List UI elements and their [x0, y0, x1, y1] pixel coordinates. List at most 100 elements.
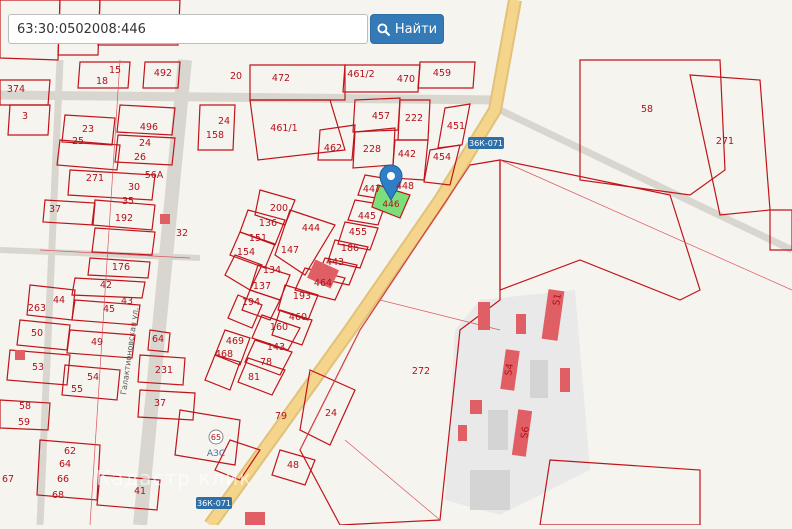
- parcel-label: 50: [31, 328, 43, 339]
- parcel-label: 30: [128, 182, 140, 193]
- parcel-label: 492: [154, 68, 172, 79]
- parcel-label: 58: [19, 401, 31, 412]
- parcel-label: 62: [64, 446, 76, 457]
- building: [530, 360, 548, 398]
- parcel-label: 55: [71, 384, 83, 395]
- parcel-label: 154: [237, 247, 255, 258]
- gas-station-label: АЗС: [207, 449, 225, 459]
- parcel-label: 18: [96, 76, 108, 87]
- parcel-label: 64: [59, 459, 71, 470]
- parcel-label: 3: [22, 111, 28, 122]
- parcel-label: 136: [259, 218, 277, 229]
- parcel-label: 271: [716, 136, 734, 147]
- gas-station-number: 65: [211, 433, 221, 442]
- parcel-label: 448: [396, 181, 414, 192]
- parcel-label: S4: [503, 363, 516, 377]
- parcel-label: 54: [87, 372, 99, 383]
- parcel-label: 176: [112, 262, 130, 273]
- parcel-label: 15: [109, 65, 121, 76]
- parcel-label: 447: [363, 184, 381, 195]
- parcel-label: 43: [121, 296, 133, 307]
- parcel-label: 469: [226, 336, 244, 347]
- parcel-label: 263: [28, 303, 46, 314]
- parcel-label: 192: [115, 213, 133, 224]
- parcel-label: 20: [230, 71, 242, 82]
- parcel-label: 26: [134, 152, 146, 163]
- parcel-label: 81: [248, 372, 260, 383]
- road-shield-top-label: 36К-071: [469, 139, 503, 148]
- parcel-label: 462: [324, 143, 342, 154]
- parcel-label: 35: [122, 196, 134, 207]
- road-shield-bottom-label: 36К-071: [197, 499, 231, 508]
- building: [470, 400, 482, 414]
- parcel-label: 194: [242, 297, 260, 308]
- road-shield-top: 36К-071: [468, 137, 504, 149]
- parcel-label: 271: [86, 173, 104, 184]
- parcel-label: 147: [281, 245, 299, 256]
- map-canvas[interactable]: 446 1518492 20 472 461/2 470459374323 49625 24…: [0, 0, 792, 529]
- parcel-label: 64: [152, 334, 164, 345]
- building: [160, 214, 170, 224]
- parcel-label: 151: [249, 233, 267, 244]
- parcel-label: 193: [293, 291, 311, 302]
- parcel-label: 464: [314, 278, 332, 289]
- find-button[interactable]: Найти: [370, 14, 444, 44]
- parcel-label: 461/2: [347, 69, 374, 80]
- parcel-label: 66: [57, 474, 69, 485]
- parcel-label: 68: [52, 490, 64, 501]
- parcel-label: 200: [270, 203, 288, 214]
- cadastral-map[interactable]: 446 15 18 492 20 472 461/2 470 459 374 3 23 496 25 24…: [0, 0, 792, 529]
- parcel-label: 78: [260, 357, 272, 368]
- road-shield-bottom: 36К-071: [196, 497, 232, 509]
- parcel-label: 53: [32, 362, 44, 373]
- parcel-label: 143: [267, 342, 285, 353]
- parcel-label: 472: [272, 73, 290, 84]
- parcel-label: 137: [253, 281, 271, 292]
- watermark: Кадастр клик: [96, 466, 253, 490]
- parcel-label: 42: [100, 280, 112, 291]
- cadastral-number-search-input[interactable]: [8, 14, 368, 44]
- parcel-label: S6: [519, 426, 532, 440]
- parcel-label: 67: [2, 474, 14, 485]
- parcel-label: 59: [18, 417, 30, 428]
- parcel-label: 442: [398, 149, 416, 160]
- building: [560, 368, 570, 392]
- search-icon: [377, 22, 390, 36]
- parcel-label: 468: [215, 349, 233, 360]
- parcel-label: 158: [206, 130, 224, 141]
- parcel-label: 461/1: [270, 123, 297, 134]
- parcel-label: 48: [287, 460, 299, 471]
- parcel-label: 186: [341, 243, 359, 254]
- parcel-label: 45: [103, 304, 115, 315]
- find-button-label: Найти: [394, 21, 438, 37]
- building: [478, 302, 490, 330]
- parcel-label: 222: [405, 113, 423, 124]
- parcel-label: 49: [91, 337, 103, 348]
- parcel-label: 32: [176, 228, 188, 239]
- parcel-label: 496: [140, 122, 158, 133]
- parcel-label: 272: [412, 366, 430, 377]
- parcel-label: 454: [433, 152, 451, 163]
- parcel-label: 459: [433, 68, 451, 79]
- parcel-label: 460: [289, 312, 307, 323]
- parcel-label: 231: [155, 365, 173, 376]
- parcel-label: 24: [325, 408, 337, 419]
- parcel-label: 25: [72, 136, 84, 147]
- parcel-label: 134: [263, 265, 281, 276]
- parcel-label: 445: [358, 211, 376, 222]
- parcel-label: 160: [270, 322, 288, 333]
- parcel-label: 228: [363, 144, 381, 155]
- building: [458, 425, 467, 441]
- parcel-label: 444: [302, 223, 320, 234]
- parcel-label: S1: [551, 293, 564, 307]
- building: [470, 470, 510, 510]
- building: [516, 314, 526, 334]
- parcel-label: 58: [641, 104, 653, 115]
- parcel-label: 24: [218, 116, 230, 127]
- parcel-label: 79: [275, 411, 287, 422]
- selected-parcel-label: 446: [382, 200, 399, 210]
- parcel-label: 56А: [145, 170, 164, 181]
- parcel-label: 443: [326, 257, 344, 268]
- parcel-label: 23: [82, 124, 94, 135]
- parcel-label: 457: [372, 111, 390, 122]
